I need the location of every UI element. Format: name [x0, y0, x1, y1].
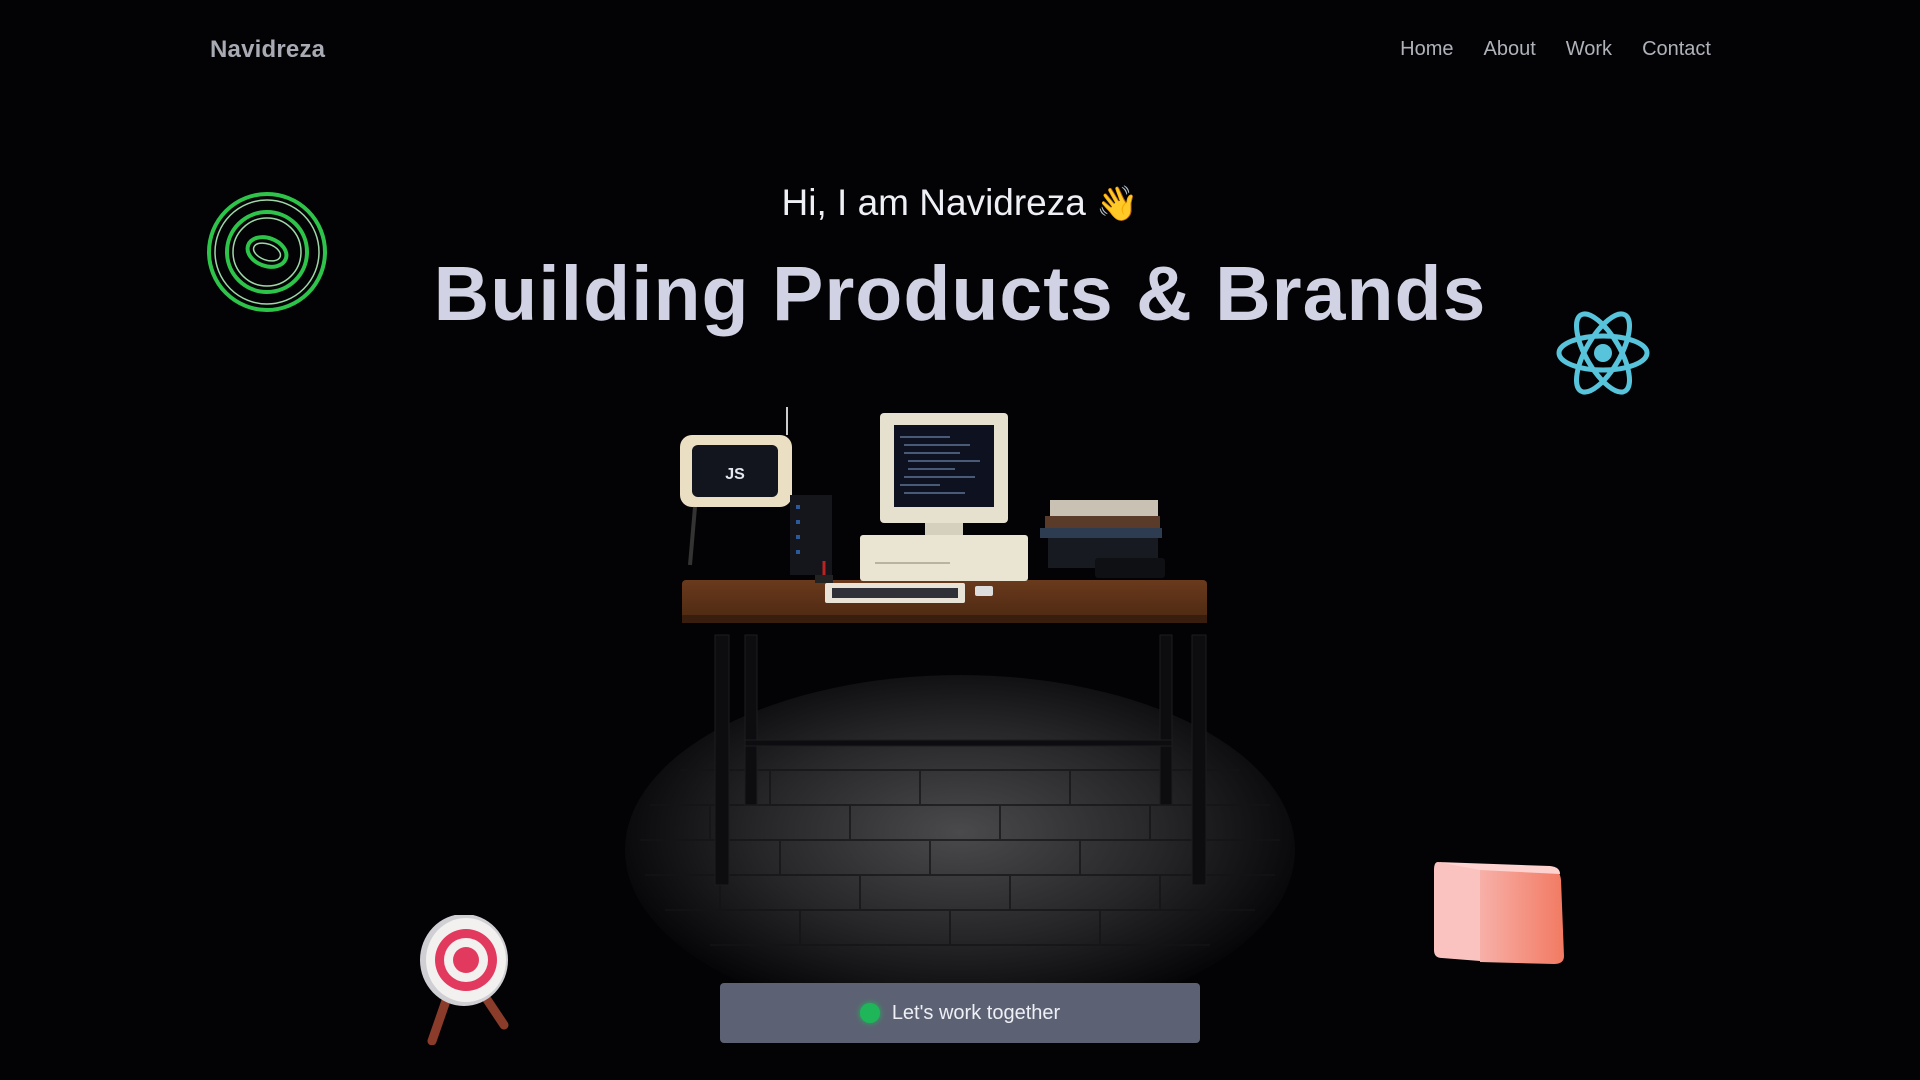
nav-home-link[interactable]: Home — [1400, 38, 1453, 61]
cta-label: Let's work together — [891, 1001, 1061, 1024]
main-nav: Home About Work Contact — [1400, 38, 1711, 61]
greeting-text: Hi, I am Navidreza — [781, 182, 1086, 223]
tv-screen-text: JS — [725, 466, 745, 483]
status-dot-icon — [859, 1003, 880, 1023]
concentric-rings-icon — [207, 192, 327, 312]
target-icon — [420, 915, 509, 1045]
nav-work-link[interactable]: Work — [1566, 38, 1612, 61]
site-logo[interactable]: Navidreza — [210, 36, 325, 64]
waving-hand-icon: 👋 — [1096, 185, 1139, 223]
work-together-button[interactable]: Let's work together — [720, 983, 1200, 1043]
desk-setup-illustration: JS — [625, 407, 1295, 995]
react-logo-icon — [1556, 311, 1650, 395]
nav-contact-link[interactable]: Contact — [1642, 38, 1711, 61]
nav-about-link[interactable]: About — [1483, 38, 1535, 61]
cube-icon — [1434, 862, 1564, 964]
